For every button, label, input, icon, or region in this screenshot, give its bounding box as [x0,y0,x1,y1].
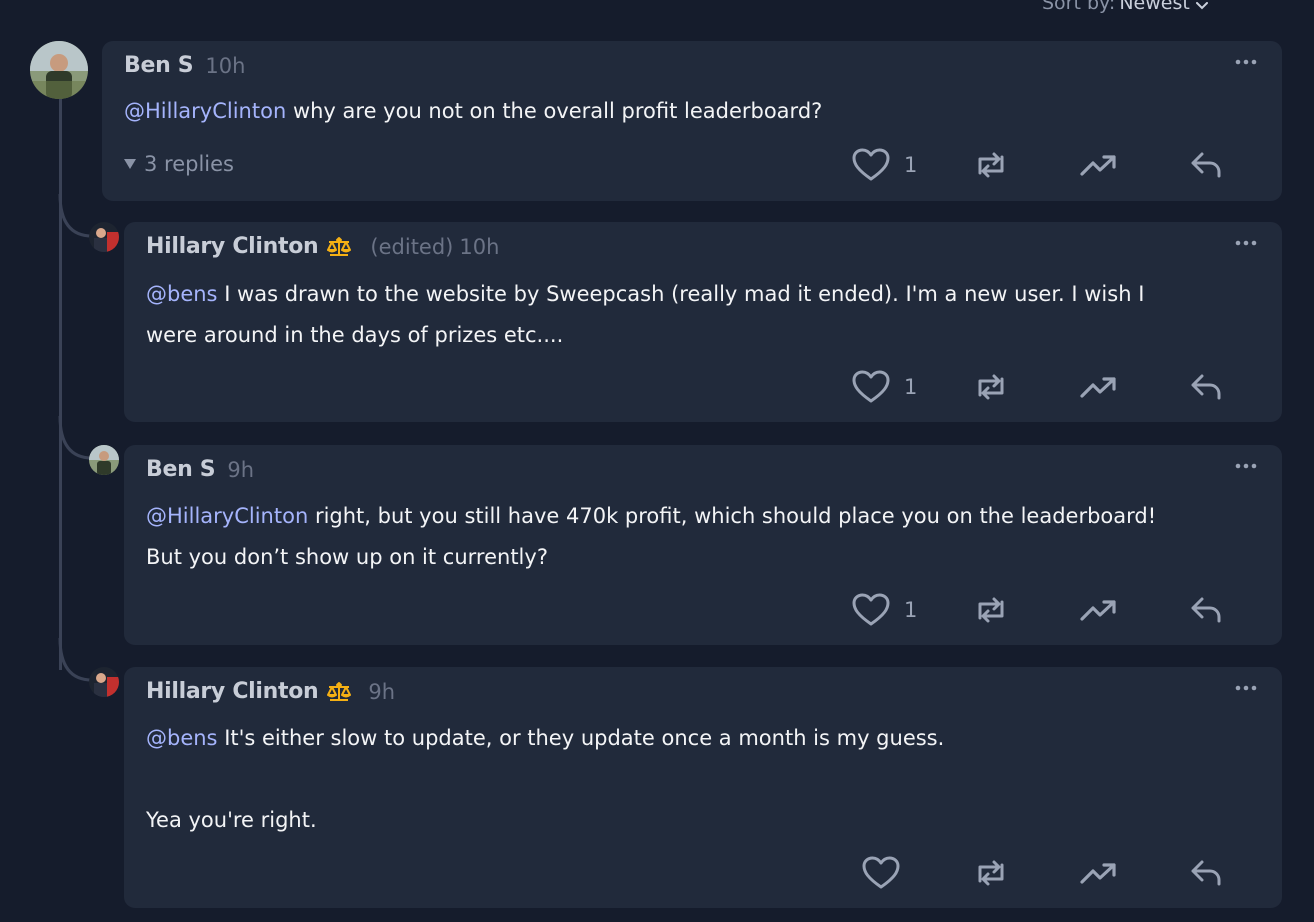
heart-icon [862,856,900,889]
trend-button[interactable] [1080,145,1118,185]
author-name[interactable]: Hillary Clinton [146,679,319,704]
reply-icon [1191,374,1221,400]
repost-icon [978,860,1004,886]
repost-icon [978,597,1004,623]
repost-button[interactable] [974,367,1008,407]
reply-icon [1191,597,1221,623]
avatar[interactable] [89,667,119,697]
comment-body: @bens I was drawn to the website by Swee… [146,282,1145,347]
comment-card: Ben S 10h @HillaryClinton why are you no… [102,41,1282,201]
comment-card: Hillary Clinton 9h @bens It's either slo… [124,667,1282,908]
timestamp[interactable]: 10h [459,235,499,259]
reply-button[interactable] [1190,853,1222,893]
sort-label: Sort by: [1042,0,1116,14]
mention-link[interactable]: @bens [146,726,218,750]
heart-icon [852,148,890,181]
reply-button[interactable] [1190,590,1222,630]
like-count: 1 [904,153,918,177]
sort-control[interactable]: Sort by: Newest [1042,0,1208,15]
timestamp[interactable]: 9h [227,458,254,482]
reply-icon [1191,860,1221,886]
repost-button[interactable] [974,145,1008,185]
avatar[interactable] [89,222,119,252]
more-options-icon[interactable] [1234,238,1258,248]
reply-button[interactable] [1190,145,1222,185]
chevron-down-icon [1195,0,1208,15]
comment-body: @HillaryClinton right, but you still hav… [146,504,1157,569]
timestamp[interactable]: 9h [368,680,395,704]
reply-button[interactable] [1190,367,1222,407]
heart-icon [852,370,890,403]
more-options-icon[interactable] [1234,683,1258,693]
trend-button[interactable] [1080,853,1118,893]
like-button[interactable]: 1 [852,590,917,630]
like-button[interactable]: 1 [852,367,917,407]
heart-icon [852,593,890,626]
scales-icon [326,236,352,258]
trending-up-icon [1080,863,1116,884]
scales-icon [326,681,352,703]
sort-value: Newest [1119,0,1190,14]
comment-card: Hillary Clinton (edited) 10h @bens I was… [124,222,1282,422]
author-name[interactable]: Hillary Clinton [146,234,319,259]
avatar[interactable] [89,445,119,475]
repost-button[interactable] [974,590,1008,630]
trend-button[interactable] [1080,367,1118,407]
trend-button[interactable] [1080,590,1118,630]
trending-up-icon [1080,377,1116,398]
like-count: 1 [904,598,918,622]
timestamp[interactable]: 10h [205,54,245,78]
mention-link[interactable]: @HillaryClinton [124,99,286,123]
repost-icon [978,374,1004,400]
edited-label: (edited) [370,234,454,259]
repost-icon [978,152,1004,178]
trending-up-icon [1080,600,1116,621]
author-name[interactable]: Ben S [146,457,216,482]
repost-button[interactable] [974,853,1008,893]
mention-link[interactable]: @bens [146,282,218,306]
like-count: 1 [904,375,918,399]
comment-card: Ben S 9h @HillaryClinton right, but you … [124,445,1282,645]
like-button[interactable] [862,853,900,893]
comment-body: @bens It's either slow to update, or the… [146,726,945,832]
like-button[interactable]: 1 [852,145,917,185]
trending-up-icon [1080,155,1116,176]
more-options-icon[interactable] [1234,461,1258,471]
more-options-icon[interactable] [1234,57,1258,67]
avatar[interactable] [30,41,88,99]
author-name[interactable]: Ben S [124,53,194,78]
thread-connectors [58,193,93,682]
mention-link[interactable]: @HillaryClinton [146,504,308,528]
reply-icon [1191,152,1221,178]
comment-body: @HillaryClinton why are you not on the o… [124,99,823,123]
